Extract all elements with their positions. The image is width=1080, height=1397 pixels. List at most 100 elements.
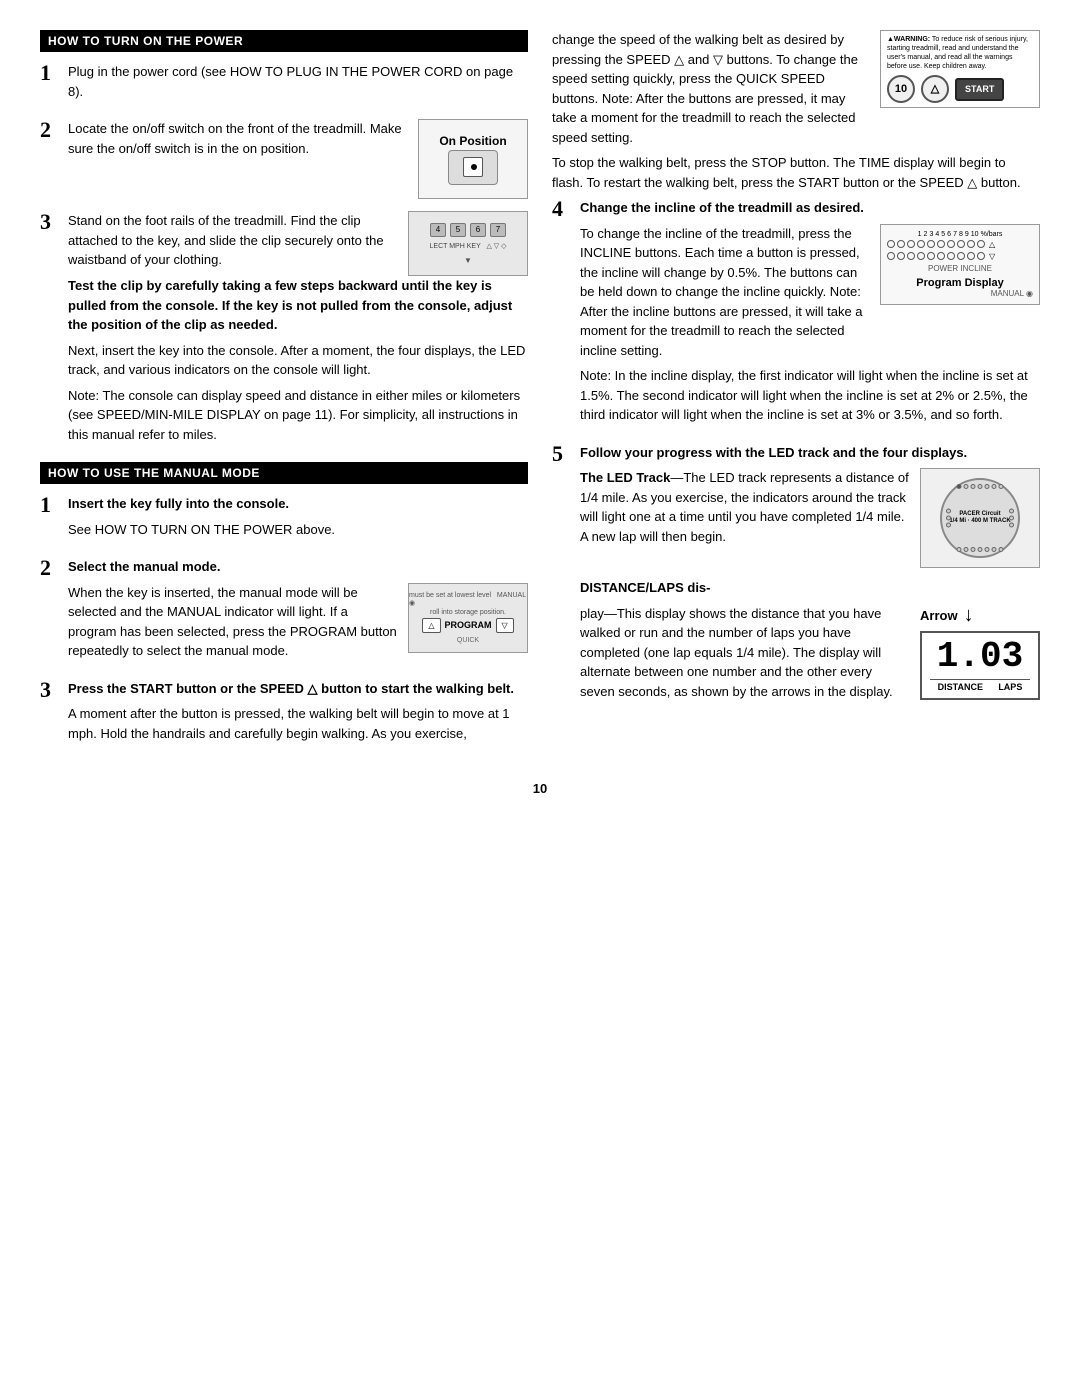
pacer-dots-top [957,484,1004,489]
inc-dot-b2 [897,252,905,260]
manual-label-2: roll into storage position. [430,609,506,616]
inc-num-7: 7 [953,231,957,238]
step-3a-text-block: Stand on the foot rails of the treadmill… [68,211,398,276]
step-number-3a: 3 [40,211,62,233]
led-track-text-block: The LED Track—The LED track represents a… [580,468,910,552]
led-track-dash: — [670,470,683,485]
distance-number: 1.03 [930,639,1030,675]
pdot-t7 [999,484,1004,489]
inc-dot-t2 [897,240,905,248]
step-3a-bold-1: Test the clip by carefully taking a few … [68,278,512,332]
step-3-manual: 3 Press the START button or the SPEED △ … [40,679,528,750]
step-3a-text-3: Note: The console can display speed and … [68,386,528,445]
step-2a-with-image: Locate the on/off switch on the front of… [68,119,528,199]
pdot-l2 [946,516,951,521]
inc-dot-t5 [927,240,935,248]
step-2b-image: must be set at lowest level MANUAL ◉ rol… [408,583,528,653]
speed-btn-10[interactable]: 10 [887,75,915,103]
inc-dot-t6 [937,240,945,248]
speed-btn-10-label: 10 [895,82,907,96]
start-btn-label: START [965,84,994,94]
distance-with-image: play—This display shows the distance tha… [580,604,1040,708]
inc-num-9: 9 [965,231,969,238]
speed-btn-triangle-symbol: △ [931,82,939,96]
inc-num-6: 6 [947,231,951,238]
step-2b-description: When the key is inserted, the manual mod… [68,583,398,661]
arrow-text-label: Arrow [920,608,958,623]
step-number-1b: 1 [40,494,62,516]
step-3b-text: Press the START button or the SPEED △ bu… [68,679,528,699]
distance-box: 1.03 DISTANCE LAPS [920,631,1040,700]
pdot-b7 [999,547,1004,552]
step-1b-subtext: See HOW TO TURN ON THE POWER above. [68,520,528,540]
switch-inner [463,157,483,177]
manual-indicator: MANUAL ◉ [887,289,1033,298]
step-3a-bold-text: Test the clip by carefully taking a few … [68,276,528,335]
pacer-track-label: 1/4 Mi · 400 M TRACK [949,518,1010,525]
section-manual-mode-header: HOW TO USE THE MANUAL MODE [40,462,528,484]
inc-dot-b10 [977,252,985,260]
step-4-with-image: To change the incline of the treadmill, … [580,224,1040,367]
pdot-b1 [957,547,962,552]
distance-laps-section: DISTANCE/LAPS dis- play—This display sho… [580,578,1040,707]
quick-label: QUICK [457,637,479,644]
step-4-content: Change the incline of the treadmill as d… [580,198,1040,431]
pdot-t3 [971,484,976,489]
pdot-l1 [946,509,951,514]
keypad-top-row: 4 5 6 7 [430,223,506,237]
step-5-bold: Follow your progress with the LED track … [580,443,1040,463]
step-1a-text: Plug in the power cord (see HOW TO PLUG … [68,62,528,101]
step-4-desc-2: Note: In the incline display, the first … [580,366,1040,425]
step-3a-image: 4 5 6 7 LECT MPH KEY △ ▽ ◇ ▼ [408,211,528,276]
start-btn[interactable]: START [955,78,1004,102]
pdot-b5 [985,547,990,552]
step-4: 4 Change the incline of the treadmill as… [552,198,1040,431]
pdot-b2 [964,547,969,552]
incline-numbers: 1 2 3 4 5 6 7 8 9 10 [887,231,1033,238]
program-display-label: Program Display [887,277,1033,289]
inc-num-4: 4 [935,231,939,238]
incline-diagram: 1 2 3 4 5 6 7 8 9 10 [880,224,1040,305]
switch-dot [471,164,477,170]
warning-title: ▲WARNING: [887,36,930,43]
inc-num-8: 8 [959,231,963,238]
manual-buttons: △ PROGRAM ▽ [422,618,513,633]
arrow-down-symbol: ↓ [964,604,974,627]
led-track-text: The LED Track—The LED track represents a… [580,468,910,546]
step-3a-content: Stand on the foot rails of the treadmill… [68,211,528,450]
right-column: ▲WARNING: To reduce risk of serious inju… [552,30,1040,761]
switch-diagram [448,150,498,185]
pacer-diagram: PACER Circuit 1/4 Mi · 400 M TRACK [920,468,1040,568]
speed-btn-triangle[interactable]: △ [921,75,949,103]
pdot-b4 [978,547,983,552]
pacer-dots-left [946,509,951,528]
step-number-2b: 2 [40,557,62,579]
lect-mph-key-label: LECT MPH KEY △ ▽ ◇ [430,242,507,250]
warning-box: ▲WARNING: To reduce risk of serious inju… [880,30,1040,108]
key-4: 4 [430,223,446,237]
key-6: 6 [470,223,486,237]
step-2-manual: 2 Select the manual mode. When the key i… [40,557,528,667]
inc-num-5: 5 [941,231,945,238]
distance-display-image: Arrow ↓ 1.03 DISTANCE LAPS [920,604,1040,700]
step-2a-text: Locate the on/off switch on the front of… [68,119,408,158]
speed-text-2: To stop the walking belt, press the STOP… [552,153,1040,192]
step-2a-image: On Position [418,119,528,199]
inc-num-1: 1 [918,231,922,238]
triangle-btn[interactable]: △ [422,618,440,633]
nabla-btn[interactable]: ▽ [496,618,514,633]
step-1b-text: Insert the key fully into the console. [68,494,528,514]
inc-dot-t10 [977,240,985,248]
step-1b-bold: Insert the key fully into the console. [68,496,289,511]
program-label: PROGRAM [445,620,492,630]
step-4-bold: Change the incline of the treadmill as d… [580,198,1040,218]
step-2a-content: Locate the on/off switch on the front of… [68,119,528,199]
step-2-turn-on: 2 Locate the on/off switch on the front … [40,119,528,199]
pdot-t1 [957,484,962,489]
distance-label: DISTANCE [938,682,983,692]
power-incline-label: POWER INCLINE [887,264,1033,273]
distance-footer: DISTANCE LAPS [930,679,1030,692]
inc-down-arrow: ▽ [989,252,995,261]
step-4-bold-text: Change the incline of the treadmill as d… [580,200,864,215]
page-number: 10 [40,781,1040,796]
